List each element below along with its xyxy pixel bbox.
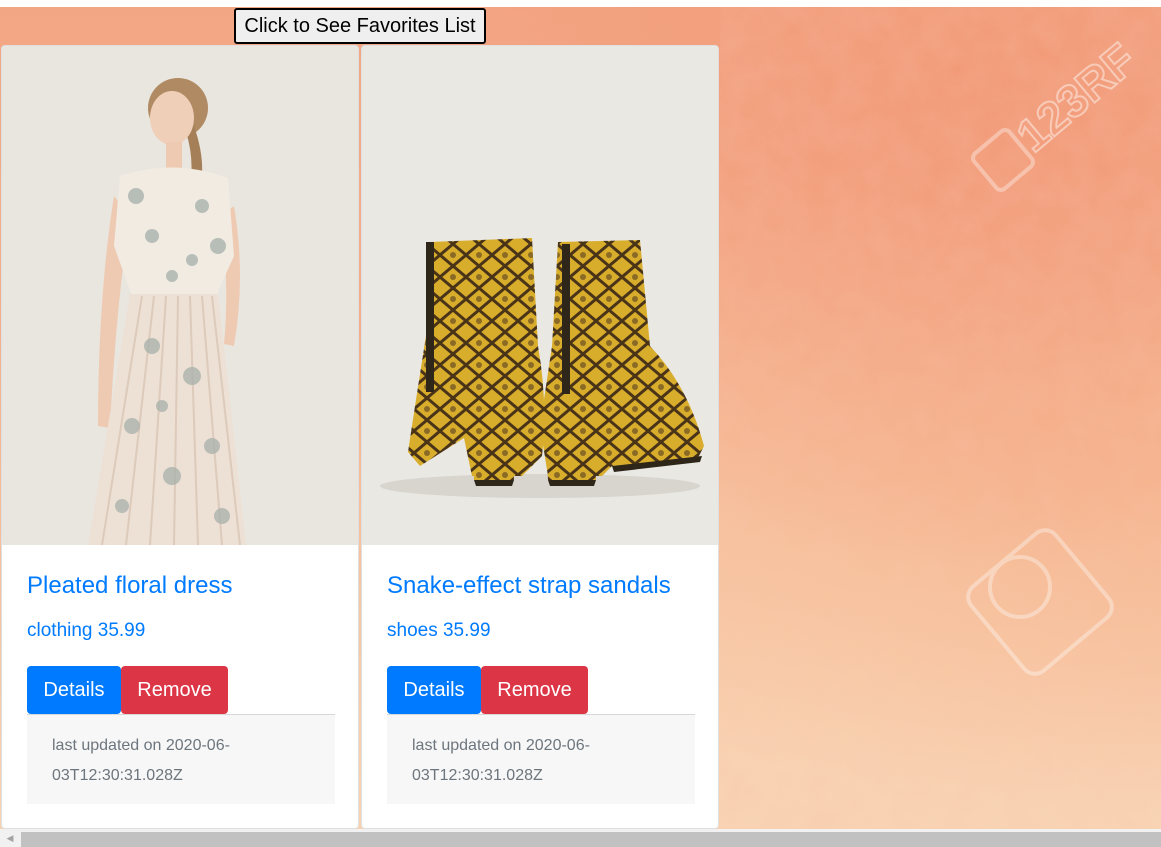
favorites-list-button[interactable]: Click to See Favorites List (234, 8, 486, 44)
last-updated-line-2: 03T12:30:31.028Z (412, 767, 543, 784)
product-card: Pleated floral dress clothing 35.99 Deta… (1, 45, 359, 829)
watermark-text: 123RF (1006, 33, 1145, 162)
card-footer: last updated on 2020-06- 03T12:30:31.028… (387, 714, 695, 804)
scrollbar-thumb[interactable] (21, 832, 1161, 847)
product-title: Pleated floral dress (27, 572, 233, 599)
last-updated-line-2: 03T12:30:31.028Z (52, 767, 183, 784)
page: 123RF Click to See Favorites List Pleate… (0, 0, 1161, 847)
watermark-logo-icon (966, 128, 1114, 676)
remove-button[interactable]: Remove (121, 666, 228, 714)
top-strip (0, 0, 1161, 7)
last-updated-line-1: last updated on 2020-06- (52, 737, 230, 754)
last-updated-line-1: last updated on 2020-06- (412, 737, 590, 754)
product-image-boots (362, 46, 718, 545)
scroll-left-arrow-icon[interactable]: ◀ (0, 829, 20, 847)
remove-button[interactable]: Remove (481, 666, 588, 714)
product-image-dress (2, 46, 358, 545)
boots-illustration-icon (362, 46, 718, 545)
details-button[interactable]: Details (27, 666, 121, 714)
product-title: Snake-effect strap sandals (387, 572, 671, 599)
product-card: Snake-effect strap sandals shoes 35.99 D… (361, 45, 719, 829)
details-button[interactable]: Details (387, 666, 481, 714)
dress-illustration-icon (2, 46, 358, 545)
product-category-price: clothing 35.99 (27, 620, 146, 641)
product-category-price: shoes 35.99 (387, 620, 491, 641)
background-texture: 123RF (720, 7, 1161, 829)
horizontal-scrollbar[interactable]: ◀ (0, 829, 1161, 847)
card-footer: last updated on 2020-06- 03T12:30:31.028… (27, 714, 335, 804)
